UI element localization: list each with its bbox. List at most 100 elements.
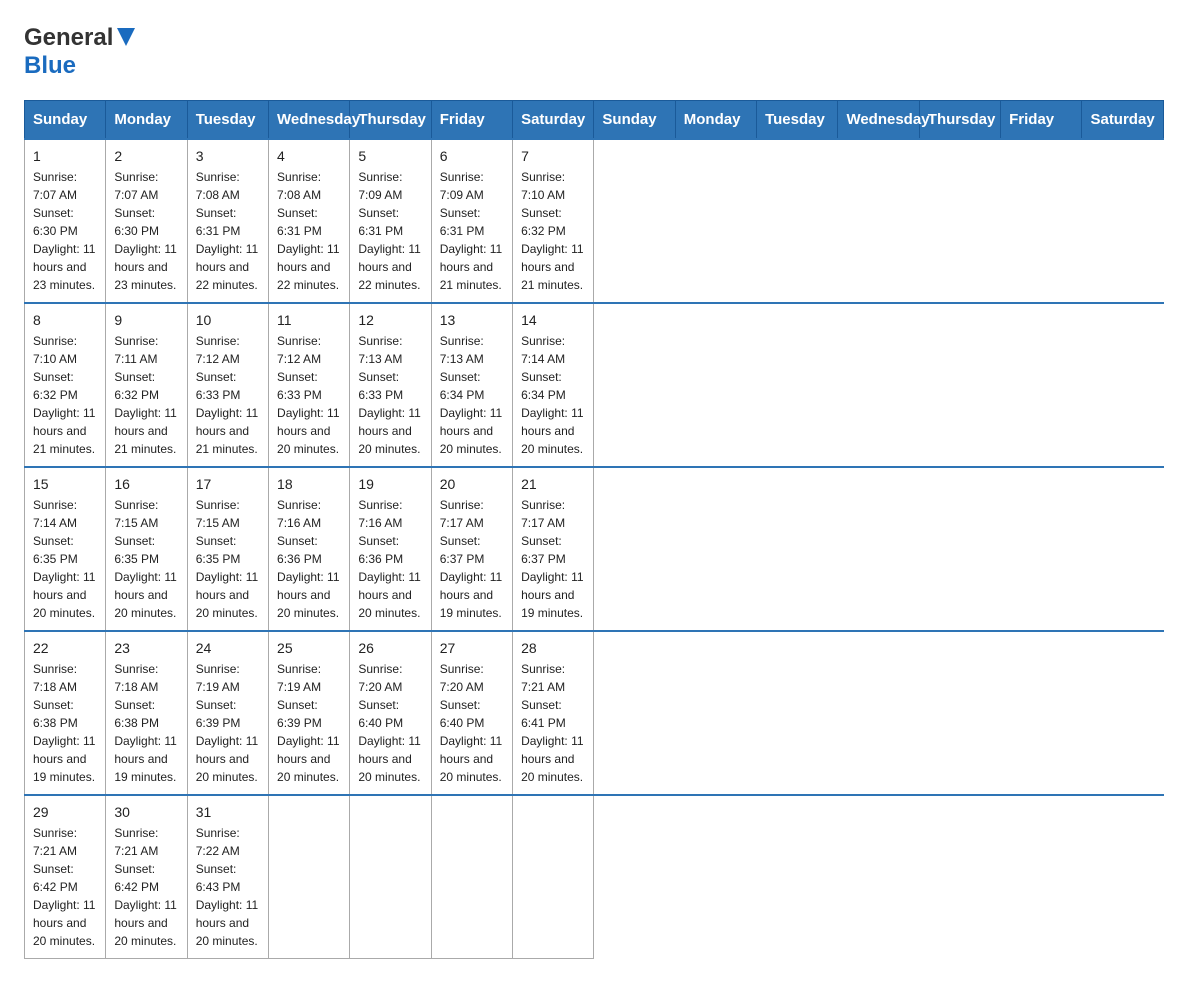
day-info: Sunrise: 7:15 AMSunset: 6:35 PMDaylight:… (114, 496, 178, 622)
calendar-cell: 6 Sunrise: 7:09 AMSunset: 6:31 PMDaylight… (431, 139, 512, 303)
day-number: 18 (277, 476, 341, 492)
calendar-cell: 3 Sunrise: 7:08 AMSunset: 6:31 PMDaylight… (187, 139, 268, 303)
col-header-sunday: Sunday (594, 101, 675, 140)
day-info: Sunrise: 7:19 AMSunset: 6:39 PMDaylight:… (196, 660, 260, 786)
day-info: Sunrise: 7:13 AMSunset: 6:34 PMDaylight:… (440, 332, 504, 458)
calendar-cell: 4 Sunrise: 7:08 AMSunset: 6:31 PMDaylight… (269, 139, 350, 303)
calendar-cell (431, 795, 512, 959)
day-info: Sunrise: 7:18 AMSunset: 6:38 PMDaylight:… (33, 660, 97, 786)
day-number: 24 (196, 640, 260, 656)
day-info: Sunrise: 7:12 AMSunset: 6:33 PMDaylight:… (277, 332, 341, 458)
calendar-cell: 27Sunrise: 7:20 AMSunset: 6:40 PMDayligh… (431, 631, 512, 795)
day-number: 21 (521, 476, 585, 492)
col-header-friday: Friday (1001, 101, 1082, 140)
calendar-cell: 19Sunrise: 7:16 AMSunset: 6:36 PMDayligh… (350, 467, 431, 631)
calendar-cell: 7 Sunrise: 7:10 AMSunset: 6:32 PMDaylight… (513, 139, 594, 303)
calendar-cell: 23Sunrise: 7:18 AMSunset: 6:38 PMDayligh… (106, 631, 187, 795)
day-info: Sunrise: 7:07 AMSunset: 6:30 PMDaylight:… (114, 168, 178, 294)
col-header-monday: Monday (106, 101, 187, 140)
col-header-tuesday: Tuesday (187, 101, 268, 140)
calendar-header-row: SundayMondayTuesdayWednesdayThursdayFrid… (25, 101, 1164, 140)
calendar-week-row: 15 Sunrise: 7:14 AMSunset: 6:35 PMDayligh… (25, 467, 1164, 631)
calendar-cell: 20Sunrise: 7:17 AMSunset: 6:37 PMDayligh… (431, 467, 512, 631)
col-header-saturday: Saturday (1082, 101, 1164, 140)
day-info: Sunrise: 7:19 AMSunset: 6:39 PMDaylight:… (277, 660, 341, 786)
day-info: Sunrise: 7:10 AMSunset: 6:32 PMDaylight:… (33, 332, 97, 458)
calendar-cell: 14 Sunrise: 7:14 AMSunset: 6:34 PMDayligh… (513, 303, 594, 467)
calendar-cell: 24 Sunrise: 7:19 AMSunset: 6:39 PMDayligh… (187, 631, 268, 795)
day-info: Sunrise: 7:18 AMSunset: 6:38 PMDaylight:… (114, 660, 178, 786)
day-info: Sunrise: 7:16 AMSunset: 6:36 PMDaylight:… (358, 496, 422, 622)
calendar-cell: 25 Sunrise: 7:19 AMSunset: 6:39 PMDayligh… (269, 631, 350, 795)
calendar-cell: 26Sunrise: 7:20 AMSunset: 6:40 PMDayligh… (350, 631, 431, 795)
col-header-wednesday: Wednesday (838, 101, 919, 140)
calendar-cell: 12Sunrise: 7:13 AMSunset: 6:33 PMDayligh… (350, 303, 431, 467)
day-info: Sunrise: 7:21 AMSunset: 6:42 PMDaylight:… (33, 824, 97, 950)
day-info: Sunrise: 7:21 AMSunset: 6:42 PMDaylight:… (114, 824, 178, 950)
day-number: 7 (521, 148, 585, 164)
calendar-week-row: 29 Sunrise: 7:21 AMSunset: 6:42 PMDayligh… (25, 795, 1164, 959)
day-number: 17 (196, 476, 260, 492)
calendar-cell: 29 Sunrise: 7:21 AMSunset: 6:42 PMDayligh… (25, 795, 106, 959)
day-info: Sunrise: 7:08 AMSunset: 6:31 PMDaylight:… (277, 168, 341, 294)
calendar-cell: 30 Sunrise: 7:21 AMSunset: 6:42 PMDayligh… (106, 795, 187, 959)
calendar-cell: 10Sunrise: 7:12 AMSunset: 6:33 PMDayligh… (187, 303, 268, 467)
day-info: Sunrise: 7:12 AMSunset: 6:33 PMDaylight:… (196, 332, 260, 458)
day-number: 8 (33, 312, 97, 328)
col-header-sunday: Sunday (25, 101, 106, 140)
day-info: Sunrise: 7:09 AMSunset: 6:31 PMDaylight:… (358, 168, 422, 294)
day-number: 25 (277, 640, 341, 656)
day-number: 15 (33, 476, 97, 492)
day-info: Sunrise: 7:14 AMSunset: 6:34 PMDaylight:… (521, 332, 585, 458)
day-number: 13 (440, 312, 504, 328)
day-info: Sunrise: 7:10 AMSunset: 6:32 PMDaylight:… (521, 168, 585, 294)
day-number: 20 (440, 476, 504, 492)
col-header-thursday: Thursday (919, 101, 1000, 140)
calendar-table: SundayMondayTuesdayWednesdayThursdayFrid… (24, 100, 1164, 959)
day-number: 3 (196, 148, 260, 164)
calendar-cell: 18Sunrise: 7:16 AMSunset: 6:36 PMDayligh… (269, 467, 350, 631)
col-header-monday: Monday (675, 101, 756, 140)
day-info: Sunrise: 7:20 AMSunset: 6:40 PMDaylight:… (440, 660, 504, 786)
calendar-cell: 8 Sunrise: 7:10 AMSunset: 6:32 PMDaylight… (25, 303, 106, 467)
day-info: Sunrise: 7:08 AMSunset: 6:31 PMDaylight:… (196, 168, 260, 294)
calendar-cell: 11Sunrise: 7:12 AMSunset: 6:33 PMDayligh… (269, 303, 350, 467)
day-number: 29 (33, 804, 97, 820)
calendar-cell: 15 Sunrise: 7:14 AMSunset: 6:35 PMDayligh… (25, 467, 106, 631)
calendar-cell (513, 795, 594, 959)
day-number: 4 (277, 148, 341, 164)
calendar-cell: 1Sunrise: 7:07 AMSunset: 6:30 PMDaylight… (25, 139, 106, 303)
calendar-cell (269, 795, 350, 959)
logo-general-text: General (24, 24, 113, 52)
day-number: 1 (33, 148, 97, 164)
day-number: 2 (114, 148, 178, 164)
day-info: Sunrise: 7:21 AMSunset: 6:41 PMDaylight:… (521, 660, 585, 786)
page-header: General Blue (24, 24, 1164, 80)
calendar-cell: 28 Sunrise: 7:21 AMSunset: 6:41 PMDayligh… (513, 631, 594, 795)
day-number: 30 (114, 804, 178, 820)
day-number: 22 (33, 640, 97, 656)
day-info: Sunrise: 7:09 AMSunset: 6:31 PMDaylight:… (440, 168, 504, 294)
logo: General Blue (24, 24, 135, 80)
day-number: 5 (358, 148, 422, 164)
day-number: 6 (440, 148, 504, 164)
day-number: 28 (521, 640, 585, 656)
logo-blue-text: Blue (24, 52, 76, 79)
calendar-cell: 31Sunrise: 7:22 AMSunset: 6:43 PMDayligh… (187, 795, 268, 959)
col-header-saturday: Saturday (513, 101, 594, 140)
day-number: 14 (521, 312, 585, 328)
day-info: Sunrise: 7:15 AMSunset: 6:35 PMDaylight:… (196, 496, 260, 622)
day-info: Sunrise: 7:14 AMSunset: 6:35 PMDaylight:… (33, 496, 97, 622)
calendar-week-row: 1 Sunrise: 7:07 AMSunset: 6:30 PMDaylight… (25, 139, 1164, 303)
calendar-cell: 21 Sunrise: 7:17 AMSunset: 6:37 PMDayligh… (513, 467, 594, 631)
col-header-friday: Friday (431, 101, 512, 140)
calendar-cell: 22 Sunrise: 7:18 AMSunset: 6:38 PMDayligh… (25, 631, 106, 795)
col-header-tuesday: Tuesday (757, 101, 838, 140)
calendar-cell (350, 795, 431, 959)
logo-triangle-icon (117, 28, 135, 51)
day-number: 12 (358, 312, 422, 328)
calendar-cell: 16 Sunrise: 7:15 AMSunset: 6:35 PMDayligh… (106, 467, 187, 631)
day-info: Sunrise: 7:17 AMSunset: 6:37 PMDaylight:… (521, 496, 585, 622)
calendar-week-row: 8 Sunrise: 7:10 AMSunset: 6:32 PMDaylight… (25, 303, 1164, 467)
day-number: 16 (114, 476, 178, 492)
